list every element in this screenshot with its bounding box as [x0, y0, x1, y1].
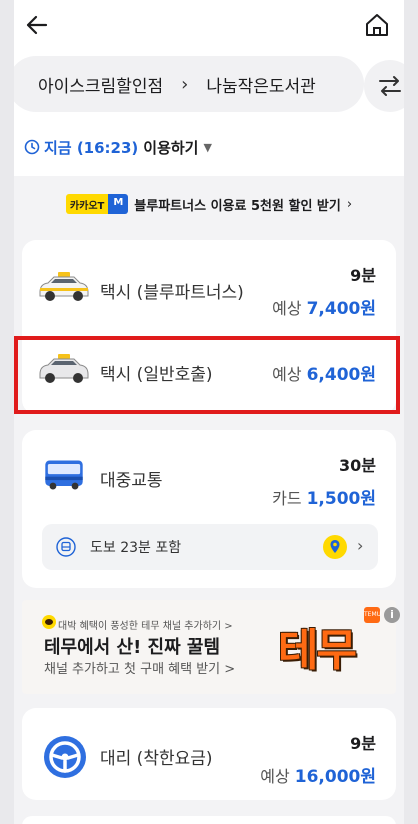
home-icon — [366, 14, 388, 36]
option-designated-driver[interactable]: 대리 (착한요금) 9분 예상 16,000원 — [22, 708, 396, 800]
price-value: 1,500원 — [306, 489, 376, 509]
map-pin-icon[interactable] — [322, 534, 348, 560]
option-eta: 9분 — [350, 734, 376, 753]
taxi-blue-icon — [39, 272, 89, 301]
info-icon[interactable]: i — [384, 607, 400, 623]
chevron-right-icon: › — [346, 196, 353, 212]
option-eta: 30분 — [339, 456, 376, 475]
swap-route-button[interactable] — [364, 60, 404, 112]
chevron-right-icon: › — [357, 536, 364, 555]
walk-time: 도보 23분 포함 — [90, 540, 182, 556]
promo-banner[interactable]: 카카오T M 블루파트너스 이용료 5천원 할인 받기 › — [14, 180, 404, 228]
home-button[interactable] — [360, 8, 394, 42]
kakao-talk-icon — [42, 615, 56, 629]
price-prefix: 예상 — [272, 299, 302, 318]
option-label: 대리 (착한요금) — [100, 749, 213, 769]
option-price: 카드 1,500원 — [272, 484, 376, 509]
use-label: 이용하기 — [143, 138, 199, 157]
clock-icon — [24, 139, 40, 155]
next-card-peek — [22, 816, 396, 824]
ad-subtitle: 대박 혜택이 풍성한 테무 채널 추가하기 > — [58, 621, 233, 632]
promo-text: 블루파트너스 이용료 5천원 할인 받기 — [134, 198, 341, 214]
bus-icon — [45, 460, 83, 490]
departure-time-selector[interactable]: 지금 (16:23) 이용하기 ▼ — [14, 118, 404, 176]
price-value: 7,400원 — [306, 299, 376, 319]
back-arrow-icon — [26, 15, 48, 35]
swap-icon — [379, 76, 401, 96]
option-transit[interactable]: 대중교통 30분 카드 1,500원 도보 23분 포함 › — [22, 430, 396, 588]
route-bar: 아이스크림할인점 › 나눔작은도서관 — [14, 50, 404, 118]
option-eta: 9분 — [350, 266, 376, 285]
option-price: 예상 16,000원 — [260, 762, 376, 787]
steering-wheel-icon — [44, 736, 86, 778]
price-prefix: 카드 — [272, 489, 302, 508]
temu-tag: TEMU — [364, 607, 381, 623]
back-button[interactable] — [20, 8, 54, 42]
temu-ad-banner[interactable]: 대박 혜택이 풍성한 테무 채널 추가하기 > 테무에서 산! 진짜 꿀템 채널… — [22, 600, 400, 694]
ad-headline: 테무에서 산! 진짜 꿀템 — [44, 637, 221, 658]
kakao-t-badge: 카카오T M — [65, 194, 129, 214]
top-bar — [14, 0, 404, 50]
highlight-box — [14, 336, 400, 414]
bus-outline-icon — [56, 537, 76, 557]
option-label: 택시 (블루파트너스) — [100, 283, 244, 303]
ad-description: 채널 추가하고 첫 구매 혜택 받기 > — [44, 662, 236, 677]
origin-label[interactable]: 아이스크림할인점 — [38, 72, 163, 97]
option-label: 대중교통 — [100, 471, 163, 491]
option-price: 예상 7,400원 — [272, 294, 376, 319]
chevron-down-icon: ▼ — [203, 140, 212, 154]
kakao-t-label: 카카오T — [65, 194, 109, 214]
route-pill[interactable]: 아이스크림할인점 › 나눔작은도서관 — [14, 56, 364, 112]
departure-time: 지금 (16:23) — [44, 138, 139, 157]
price-value: 16,000원 — [294, 767, 376, 787]
route-chevron-icon: › — [181, 73, 189, 95]
option-taxi-blue[interactable]: 택시 (블루파트너스) 9분 예상 7,400원 — [22, 240, 396, 328]
price-prefix: 예상 — [260, 767, 290, 786]
temu-logo: 테무 — [278, 625, 357, 676]
destination-label[interactable]: 나눔작은도서관 — [206, 72, 315, 97]
membership-label: M — [108, 194, 129, 214]
transit-detail-row[interactable]: 도보 23분 포함 › — [42, 524, 378, 570]
